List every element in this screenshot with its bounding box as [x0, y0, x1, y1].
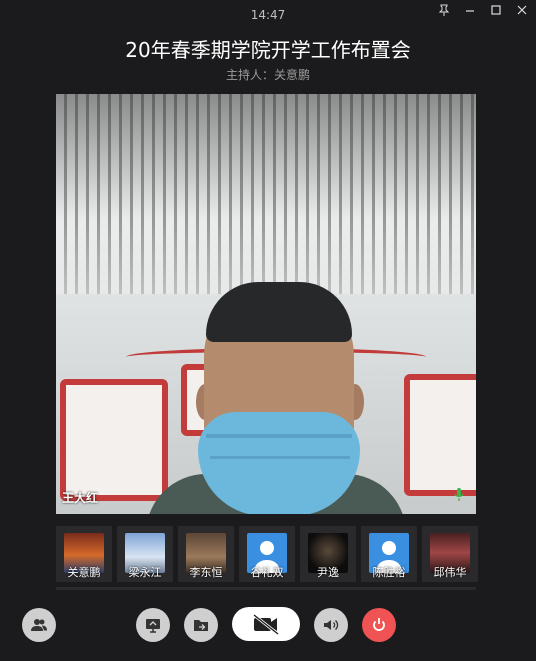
share-screen-icon: [146, 619, 160, 633]
speaker-button[interactable]: [314, 608, 348, 642]
hangup-icon: [373, 618, 385, 631]
video-poster: [404, 374, 476, 496]
hangup-button[interactable]: [362, 608, 396, 642]
participant-tile[interactable]: 邱伟华: [422, 526, 478, 582]
video-poster: [60, 379, 168, 501]
camera-toggle-button[interactable]: [232, 607, 300, 641]
participant-strip-scroll[interactable]: [56, 587, 476, 590]
video-shading: [56, 94, 476, 304]
host-name: 关意鹏: [274, 68, 311, 82]
maximize-icon[interactable]: [488, 2, 504, 18]
close-icon[interactable]: [514, 2, 530, 18]
video-person-mask: [198, 412, 360, 514]
mic-active-icon: [454, 487, 464, 506]
participant-name: 邱伟华: [433, 566, 467, 579]
participants-button[interactable]: [22, 608, 56, 642]
participant-tile[interactable]: 梁永江: [117, 526, 173, 582]
share-file-button[interactable]: [184, 608, 218, 642]
video-mask-fold: [206, 434, 352, 438]
speaker-name: 王大红: [62, 491, 99, 505]
share-screen-button[interactable]: [136, 608, 170, 642]
participant-name: 李东恒: [189, 566, 223, 579]
participant-name: 关意鹏: [67, 566, 101, 579]
participant-tile[interactable]: 关意鹏: [56, 526, 112, 582]
video-person-hair: [206, 282, 352, 342]
participant-strip: 关意鹏 梁永江 李东恒 谷礼双 尹逸 陈胜裕 邱伟华: [56, 526, 478, 582]
participant-tile[interactable]: 尹逸: [300, 526, 356, 582]
main-video[interactable]: 王大红: [56, 94, 476, 514]
meeting-title: 20年春季期学院开学工作布置会: [125, 38, 411, 62]
participant-name: 尹逸: [317, 566, 339, 579]
participant-name: 谷礼双: [250, 566, 284, 579]
speaker-icon: [324, 620, 339, 630]
host-line: 主持人：关意鹏: [0, 66, 536, 83]
share-file-icon: [194, 620, 208, 631]
participant-name: 梁永江: [128, 566, 162, 579]
participant-name: 陈胜裕: [372, 566, 406, 579]
minimize-icon[interactable]: [462, 2, 478, 18]
participant-tile[interactable]: 陈胜裕: [361, 526, 417, 582]
participants-icon: [31, 619, 47, 631]
window-controls: [436, 2, 530, 18]
camera-off-icon: [253, 613, 279, 635]
pin-icon[interactable]: [436, 2, 452, 18]
participant-tile[interactable]: 李东恒: [178, 526, 234, 582]
host-label: 主持人：: [225, 68, 274, 82]
participant-tile[interactable]: 谷礼双: [239, 526, 295, 582]
video-mask-fold: [210, 456, 350, 459]
